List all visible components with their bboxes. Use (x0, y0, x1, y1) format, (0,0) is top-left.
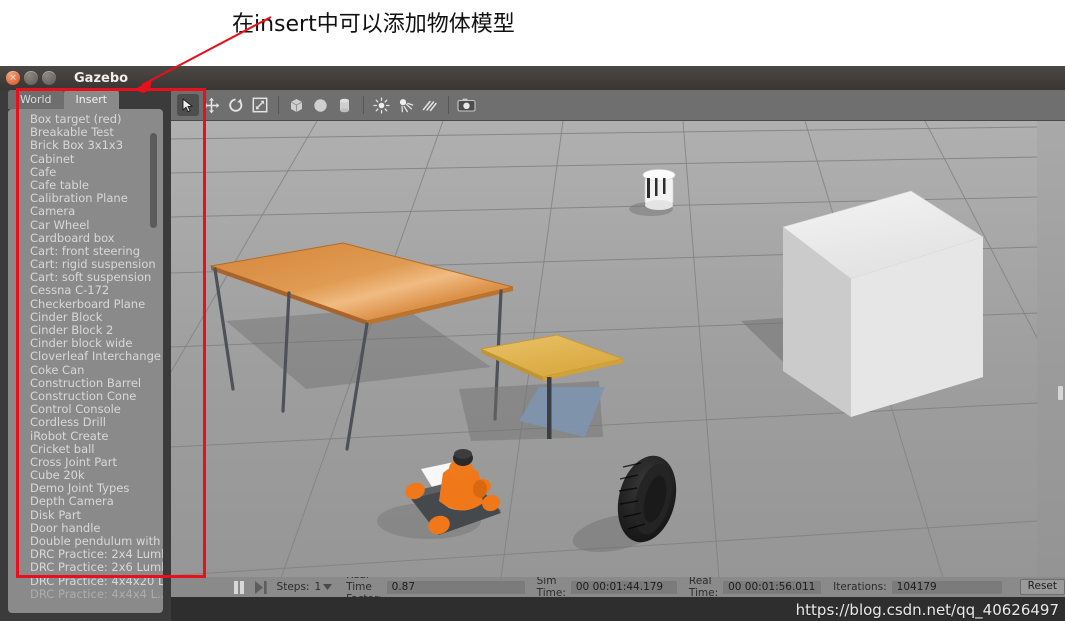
watermark: https://blog.csdn.net/qq_40626497 (796, 601, 1059, 619)
sphere-shape-icon[interactable] (310, 94, 332, 116)
maximize-button[interactable] (42, 71, 56, 85)
step-forward-icon[interactable] (255, 581, 267, 594)
model-list-item[interactable]: Cloverleaf Interchange (30, 350, 163, 363)
annotation-text: 在insert中可以添加物体模型 (232, 6, 515, 38)
model-list-item[interactable]: Door handle (30, 522, 163, 535)
model-list-item[interactable]: DRC Practice: 2x4 Lumber (30, 548, 163, 561)
toolbar-separator (278, 96, 279, 114)
model-list-item[interactable]: Cordless Drill (30, 416, 163, 429)
minimize-button[interactable] (24, 71, 38, 85)
window-body: World Insert Box target (red)Breakable T… (0, 90, 1065, 621)
model-list-item[interactable]: Demo Joint Types (30, 482, 163, 495)
model-list-item[interactable]: DRC Practice: 4x4x20 Lu… (30, 575, 163, 588)
model-list-item[interactable]: Brick Box 3x1x3 (30, 139, 163, 152)
model-list-item[interactable]: Cart: rigid suspension (30, 258, 163, 271)
insert-model-list-panel: Box target (red)Breakable TestBrick Box … (8, 109, 163, 613)
model-list-item[interactable]: Coke Can (30, 364, 163, 377)
model-list-item[interactable]: Disk Part (30, 509, 163, 522)
model-list-item[interactable]: Cabinet (30, 153, 163, 166)
panel-tabbar: World Insert (0, 90, 171, 109)
model-list-item[interactable]: Calibration Plane (30, 192, 163, 205)
model-list-item[interactable]: DRC Practice: 4x4x4 L… (30, 588, 163, 601)
rotate-mode-icon[interactable] (225, 94, 247, 116)
iterations-value: 104179 (892, 581, 1002, 594)
render-toolbar (171, 90, 1065, 121)
cafe-table-yellow (459, 335, 623, 441)
real-time-label: Real Time: (689, 575, 718, 599)
model-list-item[interactable]: Cessna C-172 (30, 284, 163, 297)
left-panel: World Insert Box target (red)Breakable T… (0, 90, 171, 621)
iterations-label: Iterations: (833, 581, 887, 593)
simulation-statusbar: Steps: 1 Real Time Factor: 0.87 Sim Time… (171, 577, 1065, 597)
render-viewport[interactable] (171, 121, 1065, 577)
sim-time-value: 00 00:01:44.179 (571, 581, 677, 594)
model-list-item[interactable]: Construction Cone (30, 390, 163, 403)
model-list-item[interactable]: Cardboard box (30, 232, 163, 245)
steps-dropdown-icon[interactable] (323, 581, 332, 593)
model-list-item[interactable]: Car Wheel (30, 219, 163, 232)
steps-value: 1 (314, 581, 321, 593)
tab-world[interactable]: World (8, 90, 64, 109)
sim-time-label: Sim Time: (537, 575, 566, 599)
scale-mode-icon[interactable] (249, 94, 271, 116)
model-list-item[interactable]: iRobot Create (30, 430, 163, 443)
model-list-item[interactable]: Cube 20k (30, 469, 163, 482)
screenshot-icon[interactable] (456, 94, 478, 116)
gazebo-window: × Gazebo World Insert Box target (red)Br… (0, 66, 1065, 621)
pause-icon[interactable] (233, 581, 245, 594)
toolbar-separator (363, 96, 364, 114)
real-time-value: 00 00:01:56.011 (723, 581, 821, 594)
model-list-item[interactable]: Depth Camera (30, 495, 163, 508)
model-list-item[interactable]: Camera (30, 205, 163, 218)
translate-mode-icon[interactable] (201, 94, 223, 116)
model-list-item[interactable]: Checkerboard Plane (30, 298, 163, 311)
model-list-item[interactable]: Breakable Test (30, 126, 163, 139)
model-list-item[interactable]: Cross Joint Part (30, 456, 163, 469)
right-panel: Steps: 1 Real Time Factor: 0.87 Sim Time… (171, 90, 1065, 621)
insert-model-list[interactable]: Box target (red)Breakable TestBrick Box … (8, 113, 163, 613)
model-list-item[interactable]: DRC Practice: 2x6 Lumber (30, 561, 163, 574)
model-list-item[interactable]: Cart: front steering (30, 245, 163, 258)
model-list-scrollbar[interactable] (150, 115, 157, 555)
model-list-item[interactable]: Double pendulum with b… (30, 535, 163, 548)
box-shape-icon[interactable] (286, 94, 308, 116)
model-list-item[interactable]: Cinder Block 2 (30, 324, 163, 337)
model-list-item[interactable]: Control Console (30, 403, 163, 416)
directional-light-icon[interactable] (419, 94, 441, 116)
scrollbar-thumb[interactable] (150, 133, 157, 228)
model-list-item[interactable]: Cinder block wide (30, 337, 163, 350)
point-light-icon[interactable] (371, 94, 393, 116)
real-time-factor-value: 0.87 (387, 581, 525, 594)
toolbar-separator (448, 96, 449, 114)
model-list-item[interactable]: Construction Barrel (30, 377, 163, 390)
reset-button[interactable]: Reset (1020, 579, 1065, 595)
window-title: Gazebo (74, 71, 128, 86)
window-titlebar: × Gazebo (0, 66, 1065, 90)
scene-graphics (171, 121, 1037, 577)
viewport-right-splitter[interactable] (1058, 386, 1063, 400)
model-list-item[interactable]: Box target (red) (30, 113, 163, 126)
model-list-item[interactable]: Cafe (30, 166, 163, 179)
cylinder-shape-icon[interactable] (334, 94, 356, 116)
model-list-item[interactable]: Cinder Block (30, 311, 163, 324)
close-button[interactable]: × (6, 71, 20, 85)
select-mode-icon[interactable] (177, 94, 199, 116)
model-list-item[interactable]: Cart: soft suspension (30, 271, 163, 284)
steps-label: Steps: (277, 581, 310, 593)
spot-light-icon[interactable] (395, 94, 417, 116)
model-list-item[interactable]: Cafe table (30, 179, 163, 192)
model-list-item[interactable]: Cricket ball (30, 443, 163, 456)
tab-insert[interactable]: Insert (64, 90, 120, 109)
